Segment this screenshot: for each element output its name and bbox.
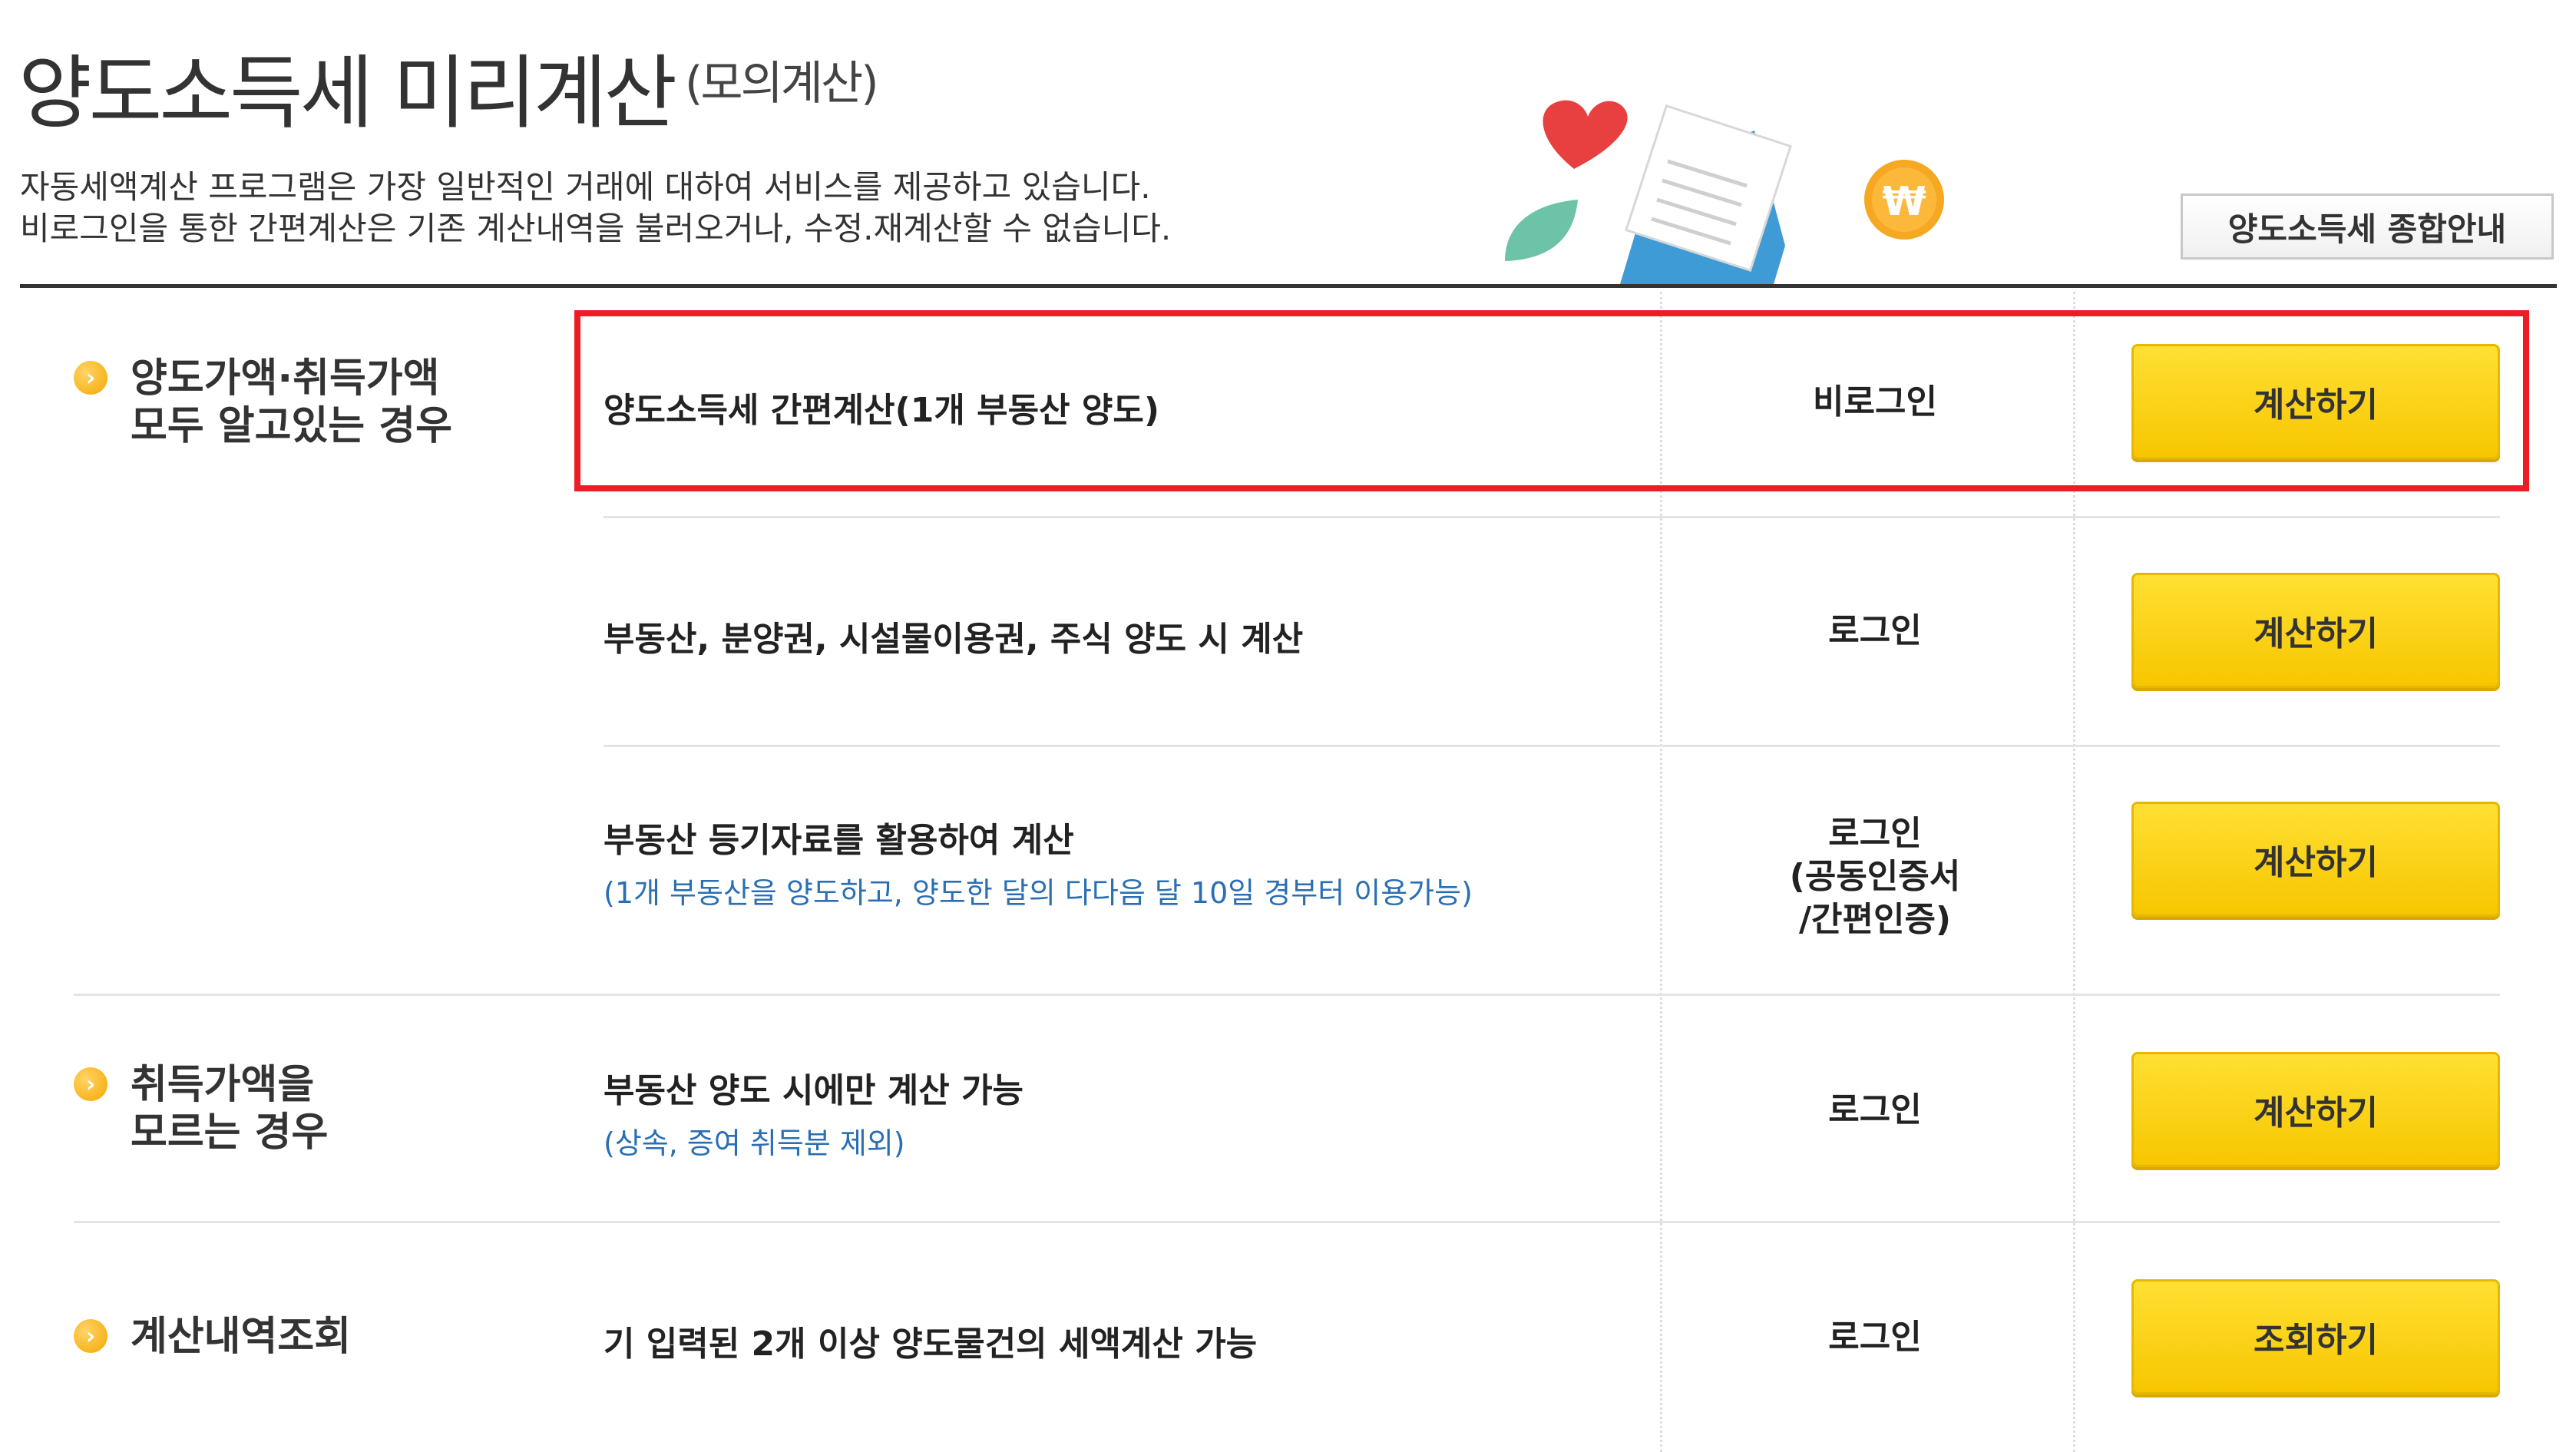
leaf-icon xyxy=(1505,200,1578,261)
category-both-known: › 양도가액·취득가액 모두 알고있는 경우 xyxy=(74,355,452,450)
row-divider xyxy=(603,516,2500,518)
page-subtitle: (모의계산) xyxy=(685,57,879,111)
row-status: 로그인 (공동인증서 /간편인증) xyxy=(1789,814,1961,939)
row-divider xyxy=(74,994,2500,996)
row-status: 로그인 xyxy=(1828,1318,1922,1357)
row-subtitle: (상속, 증여 취득분 제외) xyxy=(603,1126,905,1160)
category-label: 양도가액·취득가액 모두 알고있는 경우 xyxy=(131,356,452,449)
row-subtitle: (1개 부동산을 양도하고, 양도한 달의 다다음 달 10일 경부터 이용가능… xyxy=(603,876,1473,910)
row-title-registry-calc: 부동산 등기자료를 활용하여 계산 xyxy=(603,821,1074,860)
row-title-general-calc: 부동산, 분양권, 시설물이용권, 주식 양도 시 계산 xyxy=(603,620,1304,659)
calculate-button-transfer-only[interactable]: 계산하기 xyxy=(2131,1052,2500,1167)
row-title-transfer-only: 부동산 양도 시에만 계산 가능 xyxy=(603,1071,1024,1110)
category-label: 취득가액을 모르는 경우 xyxy=(131,1062,329,1156)
row-title-history: 기 입력된 2개 이상 양도물건의 세액계산 가능 xyxy=(603,1325,1258,1364)
row-status: 로그인 xyxy=(1828,611,1922,650)
envelope-icon xyxy=(1620,104,1792,284)
category-history-lookup: › 계산내역조회 xyxy=(74,1313,351,1361)
category-label: 계산내역조회 xyxy=(131,1314,352,1360)
bullet-arrow-icon: › xyxy=(74,361,107,395)
row-status: 로그인 xyxy=(1828,1090,1922,1130)
calculate-button-general[interactable]: 계산하기 xyxy=(2131,573,2500,688)
highlight-box xyxy=(574,310,2529,491)
description-line-1: 자동세액계산 프로그램은 가장 일반적인 거래에 대하여 서비스를 제공하고 있… xyxy=(20,168,1151,206)
header-illustration: ₩ xyxy=(1505,100,1944,284)
page-title: 양도소득세 미리계산 xyxy=(18,46,677,140)
won-coin-icon: ₩ xyxy=(1864,160,1944,240)
bullet-arrow-icon: › xyxy=(74,1067,107,1101)
header-divider xyxy=(20,284,2557,288)
calculate-button-registry[interactable]: 계산하기 xyxy=(2131,802,2500,917)
category-acquisition-unknown: › 취득가액을 모르는 경우 xyxy=(74,1061,328,1156)
description-line-2: 비로그인을 통한 간편계산은 기존 계산내역을 불러오거나, 수정.재계산할 수… xyxy=(20,210,1172,247)
lookup-button[interactable]: 조회하기 xyxy=(2131,1279,2500,1394)
tax-guide-button[interactable]: 양도소득세 종합안내 xyxy=(2181,193,2554,260)
row-divider xyxy=(603,745,2500,747)
row-divider xyxy=(74,1221,2500,1223)
bullet-arrow-icon: › xyxy=(74,1319,107,1353)
heart-icon xyxy=(1543,100,1628,169)
svg-text:₩: ₩ xyxy=(1882,179,1926,225)
